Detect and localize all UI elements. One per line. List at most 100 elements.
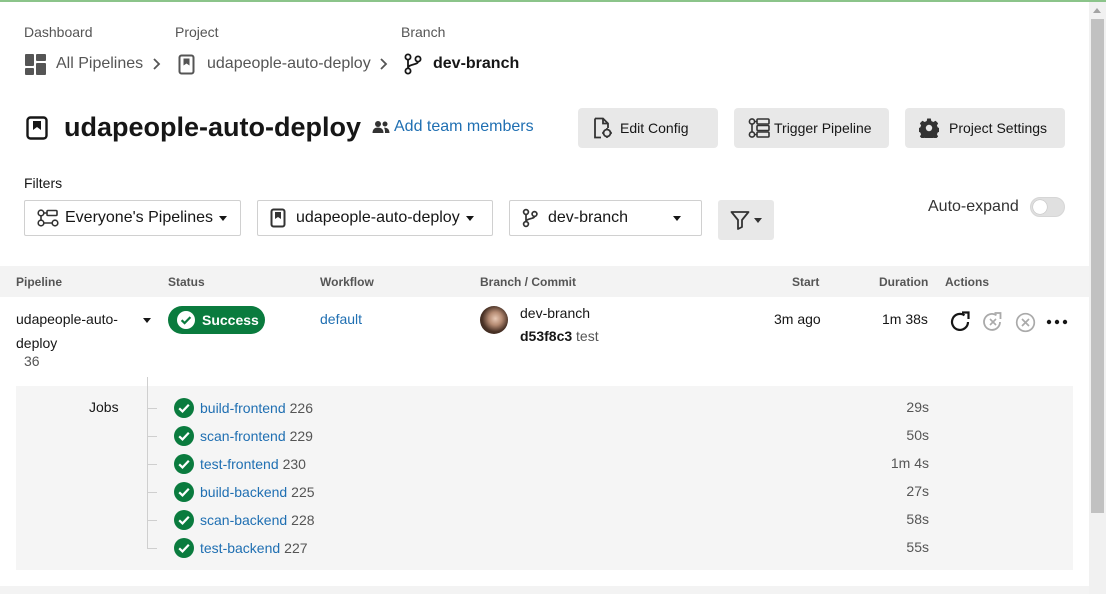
caret-down-icon	[465, 215, 474, 221]
branch-dropdown[interactable]: dev-branch	[509, 200, 702, 236]
project-icon	[26, 116, 48, 140]
job-number: 225	[291, 484, 315, 500]
tree-branch-line	[147, 520, 157, 521]
col-header-workflow: Workflow	[320, 275, 374, 289]
job-name: build-backend	[200, 484, 288, 500]
col-header-start: Start	[792, 275, 820, 289]
more-icon	[1046, 319, 1068, 325]
job-row[interactable]: build-frontend 226 29s	[147, 398, 937, 418]
job-duration: 50s	[906, 427, 929, 443]
project-dropdown[interactable]: udapeople-auto-deploy	[257, 200, 493, 236]
job-duration: 1m 4s	[890, 455, 929, 471]
breadcrumb-branch[interactable]: dev-branch	[404, 52, 519, 76]
add-team-members-link[interactable]: Add team members	[372, 118, 534, 136]
branch-icon	[404, 53, 422, 75]
job-duration: 58s	[906, 511, 929, 527]
job-name: scan-frontend	[200, 428, 286, 444]
table-footer-background	[0, 586, 1089, 594]
edit-config-button[interactable]: Edit Config	[578, 108, 718, 148]
job-link[interactable]: build-backend 225	[200, 484, 315, 500]
job-number: 230	[282, 456, 306, 472]
filter-icon	[730, 211, 750, 230]
job-number: 226	[289, 400, 313, 416]
dashboard-icon	[25, 53, 46, 75]
pipelines-owner-value: Everyone's Pipelines	[65, 209, 214, 226]
breadcrumb-heading-project: Project	[175, 24, 219, 40]
top-accent-line	[0, 0, 1106, 2]
breadcrumb-heading-dashboard: Dashboard	[24, 24, 93, 40]
filters-label: Filters	[24, 175, 63, 191]
job-link[interactable]: build-frontend 226	[200, 400, 313, 416]
chevron-right-icon	[152, 52, 162, 76]
col-header-duration: Duration	[879, 275, 929, 289]
job-link[interactable]: test-frontend 230	[200, 456, 306, 472]
check-icon	[174, 426, 194, 446]
check-icon	[174, 454, 194, 474]
job-row[interactable]: build-backend 225 27s	[147, 482, 937, 502]
breadcrumb-all-pipelines[interactable]: All Pipelines	[24, 52, 143, 76]
job-name: test-frontend	[200, 456, 279, 472]
more-actions-button[interactable]	[1045, 312, 1069, 332]
scrollbar-thumb[interactable]	[1091, 19, 1104, 513]
rerun-icon	[950, 311, 970, 331]
pipelines-icon	[37, 209, 59, 227]
job-name: scan-backend	[200, 512, 288, 528]
pipeline-number: 36	[24, 353, 40, 369]
pipeline-name[interactable]: udapeople-auto-deploy	[16, 307, 136, 355]
col-header-pipeline: Pipeline	[16, 275, 63, 289]
scroll-up-arrow-icon[interactable]	[1093, 8, 1101, 13]
commit-branch[interactable]: dev-branch	[520, 305, 590, 321]
rerun-failed-button[interactable]	[981, 312, 1005, 332]
jobs-label: Jobs	[89, 399, 119, 415]
project-icon	[178, 54, 195, 74]
commit-message: test	[576, 328, 599, 344]
check-icon	[174, 538, 194, 558]
vertical-scrollbar[interactable]	[1089, 2, 1106, 594]
breadcrumb-heading-branch: Branch	[401, 24, 446, 40]
job-link[interactable]: scan-backend 228	[200, 512, 315, 528]
tree-branch-line	[147, 436, 157, 437]
job-link[interactable]: test-backend 227	[200, 540, 308, 556]
job-row[interactable]: test-backend 227 55s	[147, 538, 937, 558]
advanced-filter-button[interactable]	[718, 200, 774, 240]
page-title: udapeople-auto-deploy	[64, 112, 361, 142]
tree-branch-line	[147, 464, 157, 465]
expand-pipeline-caret-icon[interactable]	[143, 318, 151, 323]
trigger-pipeline-label: Trigger Pipeline	[774, 120, 872, 136]
tree-branch-line	[147, 492, 157, 493]
breadcrumb-all-pipelines-label: All Pipelines	[56, 55, 144, 72]
auto-expand-toggle[interactable]	[1030, 197, 1065, 217]
job-row[interactable]: test-frontend 230 1m 4s	[147, 454, 937, 474]
check-icon	[174, 398, 194, 418]
rerun-failed-icon	[983, 312, 1002, 331]
job-number: 227	[284, 540, 308, 556]
commit-info: d53f8c3 test	[520, 328, 599, 344]
check-icon	[174, 510, 194, 530]
auto-expand-label: Auto-expand	[928, 198, 1019, 215]
cancel-button[interactable]	[1013, 312, 1037, 332]
check-icon	[174, 482, 194, 502]
pipelines-owner-dropdown[interactable]: Everyone's Pipelines	[24, 200, 241, 236]
job-link[interactable]: scan-frontend 229	[200, 428, 313, 444]
gear-icon	[919, 118, 939, 138]
breadcrumb-branch-label: dev-branch	[433, 55, 520, 72]
col-header-actions: Actions	[945, 275, 990, 289]
breadcrumb-project-label: udapeople-auto-deploy	[207, 55, 371, 72]
job-name: test-backend	[200, 540, 281, 556]
job-row[interactable]: scan-backend 228 58s	[147, 510, 937, 530]
col-header-status: Status	[168, 275, 205, 289]
job-row[interactable]: scan-frontend 229 50s	[147, 426, 937, 446]
pipelines-table-header: Pipeline Status Workflow Branch / Commit…	[0, 266, 1089, 297]
status-badge[interactable]: Success	[168, 306, 265, 334]
trigger-pipeline-button[interactable]: Trigger Pipeline	[734, 108, 889, 148]
avatar	[480, 306, 508, 334]
project-header: udapeople-auto-deploy Add team members E…	[24, 108, 1084, 148]
breadcrumb-project[interactable]: udapeople-auto-deploy	[178, 52, 371, 76]
rerun-button[interactable]	[949, 311, 973, 332]
project-settings-label: Project Settings	[949, 120, 1048, 136]
job-number: 229	[289, 428, 313, 444]
workflow-link[interactable]: default	[320, 311, 362, 327]
job-duration: 55s	[906, 539, 929, 555]
project-settings-button[interactable]: Project Settings	[905, 108, 1065, 148]
commit-hash[interactable]: d53f8c3	[520, 328, 572, 344]
